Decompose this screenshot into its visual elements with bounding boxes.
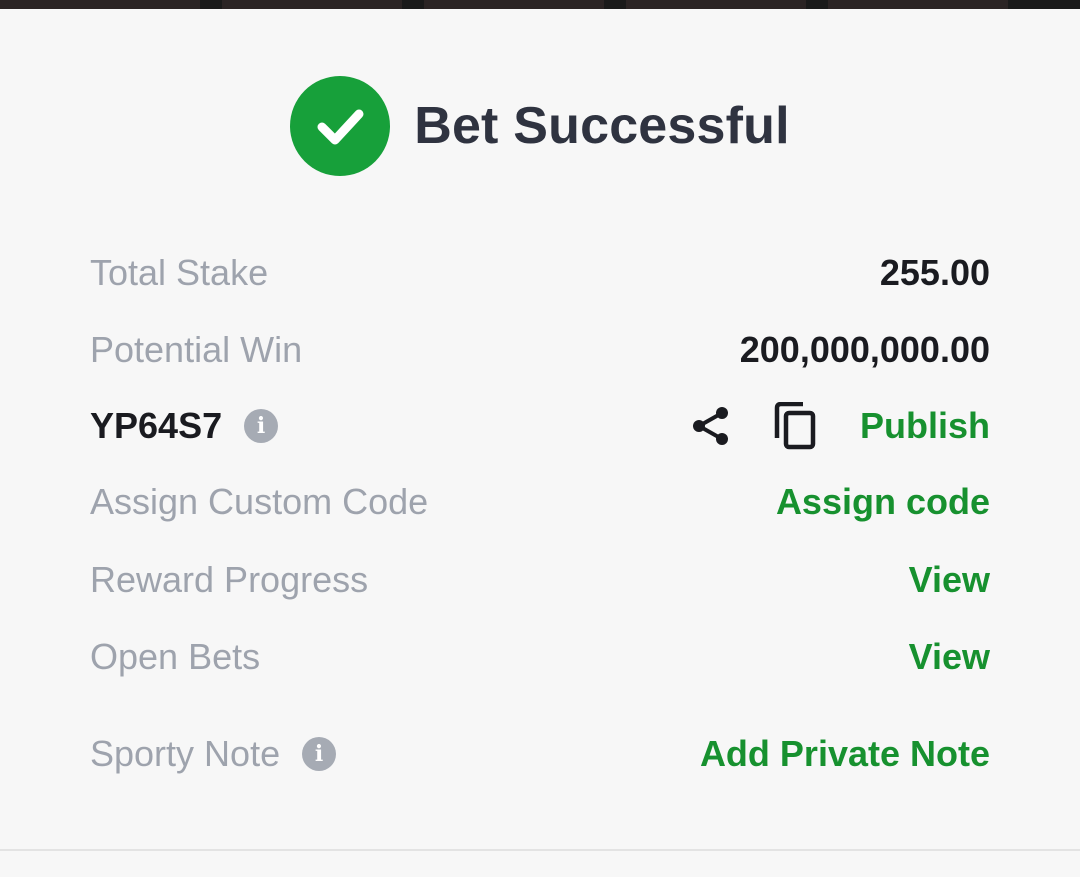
booking-actions: Publish <box>686 401 990 451</box>
thumbnail <box>828 0 1008 9</box>
custom-code-row: Assign Custom Code Assign code <box>90 477 990 527</box>
booking-code-label: YP64S7 i <box>90 405 279 447</box>
divider <box>0 849 1080 851</box>
sporty-note-row: Sporty Note i Add Private Note <box>90 729 990 779</box>
thumbnail <box>626 0 806 9</box>
potential-win-label: Potential Win <box>90 329 303 370</box>
publish-button[interactable]: Publish <box>860 405 990 447</box>
copy-icon[interactable] <box>770 401 820 451</box>
check-circle-icon <box>290 76 391 176</box>
sporty-note-label: Sporty Note i <box>90 733 337 775</box>
booking-code-row: YP64S7 i Publish <box>90 401 990 451</box>
thumbnail <box>424 0 604 9</box>
background-thumbnails-strip <box>0 0 1080 9</box>
open-bets-row: Open Bets View <box>90 632 990 682</box>
thumbnail <box>222 0 402 9</box>
info-icon[interactable]: i <box>244 409 279 443</box>
potential-win-value: 200,000,000.00 <box>739 329 990 370</box>
page-title: Bet Successful <box>414 97 790 155</box>
bet-success-card: Bet Successful Total Stake 255.00 Potent… <box>0 9 1080 877</box>
reward-progress-row: Reward Progress View <box>90 555 990 605</box>
reward-progress-label: Reward Progress <box>90 559 369 600</box>
open-bets-label: Open Bets <box>90 636 261 677</box>
potential-win-row: Potential Win 200,000,000.00 <box>90 325 990 375</box>
info-icon[interactable]: i <box>302 737 337 771</box>
view-open-bets-button[interactable]: View <box>909 636 990 678</box>
custom-code-label: Assign Custom Code <box>90 481 429 522</box>
share-icon[interactable] <box>686 401 736 451</box>
total-stake-label: Total Stake <box>90 252 269 293</box>
assign-code-button[interactable]: Assign code <box>776 481 990 523</box>
total-stake-row: Total Stake 255.00 <box>90 248 990 298</box>
sporty-note-text: Sporty Note <box>90 733 281 774</box>
booking-code: YP64S7 <box>90 405 223 446</box>
thumbnail <box>0 0 200 9</box>
total-stake-value: 255.00 <box>879 252 990 293</box>
view-reward-progress-button[interactable]: View <box>909 559 990 601</box>
success-header: Bet Successful <box>0 76 1080 176</box>
add-private-note-button[interactable]: Add Private Note <box>700 733 990 775</box>
